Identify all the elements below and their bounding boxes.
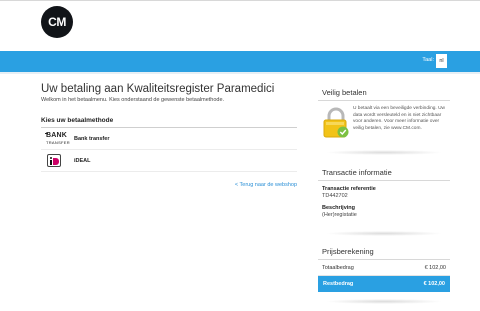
padlock-icon: [323, 107, 349, 138]
total-amount-row: Totaalbedrag € 102,00: [318, 262, 450, 276]
header-bar: [0, 51, 480, 72]
payment-method-label: Bank transfer: [74, 136, 110, 142]
back-to-webshop-link[interactable]: < Terug naar de webshop: [235, 182, 297, 188]
transaction-reference-label: Transactie referentie: [322, 186, 376, 192]
payment-method-heading: Kies uw betaalmethode: [41, 117, 114, 124]
secure-payment-text: U betaalt via een beveiligde verbinding.…: [353, 106, 445, 131]
page-title: Uw betaling aan Kwaliteitsregister Param…: [41, 83, 275, 95]
transaction-reference-value: TD442702: [322, 193, 348, 199]
page-subtitle: Welkom in het betaalmenu. Kies onderstaa…: [41, 97, 225, 103]
secure-payment-rule: [318, 100, 450, 101]
transaction-info-rule: [318, 180, 450, 181]
top-divider: [0, 0, 480, 1]
secure-payment-title: Veilig betalen: [322, 88, 367, 97]
panel-shadow: [325, 299, 443, 304]
header-bar-shadow: [0, 72, 480, 74]
language-select[interactable]: nl: [436, 54, 447, 68]
remaining-amount-label: Restbedrag: [323, 281, 354, 287]
payment-method-bank-transfer[interactable]: BANK TRANSFER Bank transfer: [41, 128, 297, 150]
description-value: (Her)registatie: [322, 212, 357, 218]
price-calculation-title: Prijsberekening: [322, 247, 374, 256]
remaining-amount-row: Restbedrag € 102,00: [318, 276, 450, 292]
total-amount-label: Totaalbedrag: [322, 265, 354, 271]
bank-transfer-icon: BANK TRANSFER: [45, 132, 70, 145]
total-amount-value: € 102,00: [424, 265, 446, 271]
transaction-info-title: Transactie informatie: [322, 168, 392, 177]
payment-method-label: iDEAL: [74, 158, 91, 164]
ideal-icon: [47, 154, 61, 167]
description-label: Beschrijving: [322, 205, 356, 211]
panel-shadow: [325, 150, 443, 155]
remaining-amount-value: € 102,00: [423, 281, 445, 287]
panel-shadow: [325, 231, 443, 236]
cm-logo[interactable]: CM: [41, 6, 73, 38]
language-label: Taal:: [422, 57, 434, 63]
payment-method-ideal[interactable]: iDEAL: [41, 150, 297, 172]
price-calculation-rule: [318, 259, 450, 260]
